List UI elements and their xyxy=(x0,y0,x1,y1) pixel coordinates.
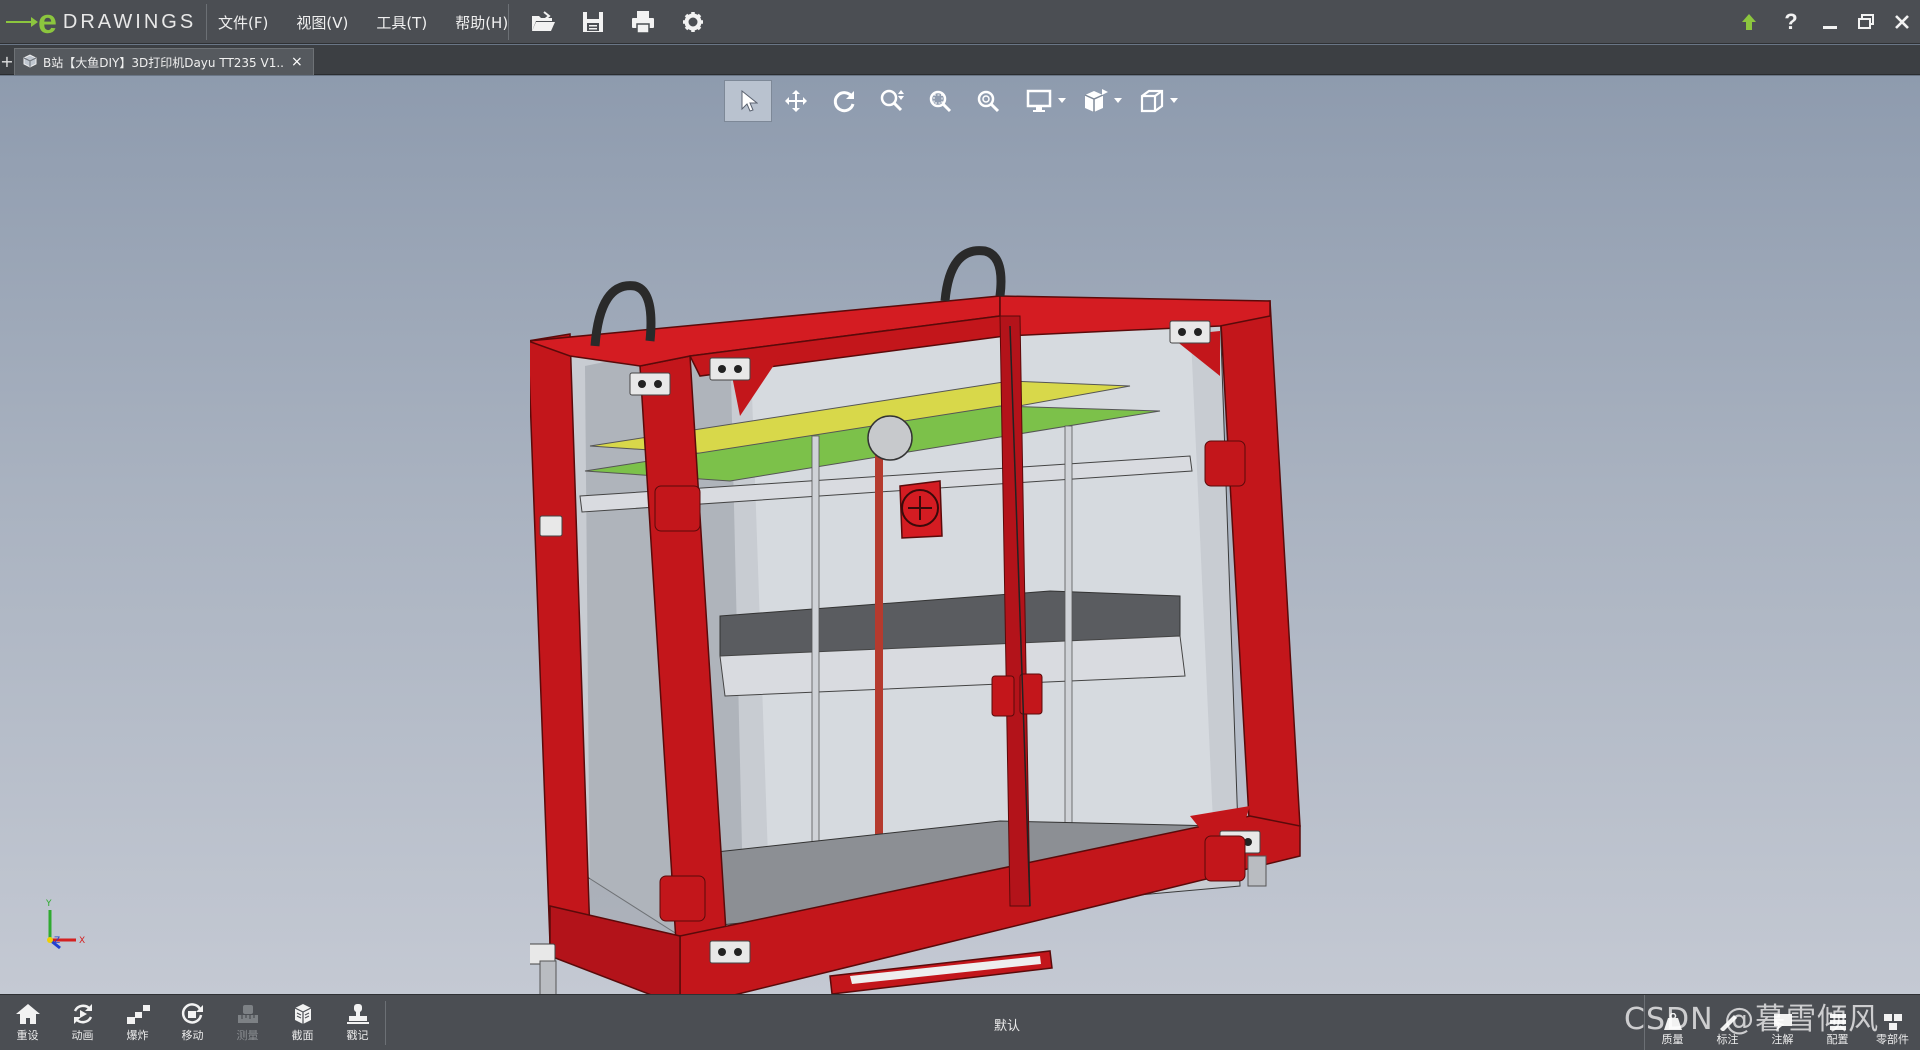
watermark-text: CSDN @暮雪倾风 xyxy=(1624,1002,1880,1037)
zoom-to-fit-icon[interactable] xyxy=(964,80,1012,122)
move-label: 移动 xyxy=(181,1029,204,1042)
divider xyxy=(385,1001,386,1045)
stamp-button[interactable]: 戳记 xyxy=(330,995,385,1050)
triad-y-label: Y xyxy=(45,899,52,909)
select-icon[interactable] xyxy=(724,80,772,122)
title-bar: e DRAWINGS 文件(F) 视图(V) 工具(T) 帮助(H) ? xyxy=(0,0,1920,44)
section-button[interactable]: 截面 xyxy=(275,995,330,1050)
document-tab-bar: + B站【大鱼DIY】3D打印机Dayu TT235 V1.... × xyxy=(0,45,1920,75)
assembly-icon xyxy=(23,53,37,72)
edrawings-logo: e DRAWINGS xyxy=(0,0,206,44)
components-label: 零部件 xyxy=(1876,1033,1909,1046)
animate-label: 动画 xyxy=(71,1029,94,1042)
menu-tools[interactable]: 工具(T) xyxy=(376,12,427,33)
dropdown-arrow-icon[interactable] xyxy=(1114,98,1122,103)
open-icon[interactable] xyxy=(518,0,568,44)
measure-button[interactable]: 测量 xyxy=(220,995,275,1050)
printer-3d-model[interactable] xyxy=(530,216,1320,994)
window-controls: ? xyxy=(1728,0,1920,44)
triad-x-label: X xyxy=(79,936,85,946)
stamp-label: 戳记 xyxy=(346,1029,369,1042)
menu-view[interactable]: 视图(V) xyxy=(296,12,348,33)
bottom-tools: 重设 动画 爆炸 移动 测量 截面 戳记 xyxy=(0,995,385,1050)
print-icon[interactable] xyxy=(618,0,668,44)
reset-label: 重设 xyxy=(16,1029,39,1042)
quick-toolbar xyxy=(518,0,718,44)
view-toolbar xyxy=(724,80,1180,122)
section-icon xyxy=(294,1004,311,1024)
explode-icon xyxy=(126,1005,150,1024)
pan-icon[interactable] xyxy=(772,80,820,122)
reset-button[interactable]: 重设 xyxy=(0,995,55,1050)
animate-icon xyxy=(73,1004,92,1024)
home-icon xyxy=(15,1004,40,1024)
dropdown-arrow-icon[interactable] xyxy=(1058,98,1066,103)
measure-label: 测量 xyxy=(236,1029,259,1042)
zoom-to-area-icon[interactable] xyxy=(916,80,964,122)
settings-icon[interactable] xyxy=(668,0,718,44)
zoom-icon[interactable] xyxy=(868,80,916,122)
restore-icon[interactable] xyxy=(1848,0,1884,44)
dropdown-arrow-icon[interactable] xyxy=(1170,98,1178,103)
logo-word: DRAWINGS xyxy=(62,10,197,33)
explode-label: 爆炸 xyxy=(126,1029,149,1042)
document-tab-label: B站【大鱼DIY】3D打印机Dayu TT235 V1.... xyxy=(43,55,283,70)
upgrade-arrow-icon[interactable] xyxy=(1728,0,1770,44)
logo-arrow-icon xyxy=(6,17,38,27)
divider xyxy=(508,4,509,40)
tab-close-icon[interactable]: × xyxy=(291,54,303,70)
help-glyph: ? xyxy=(1784,9,1798,34)
save-icon[interactable] xyxy=(568,0,618,44)
new-tab-button[interactable]: + xyxy=(0,51,14,73)
section-label: 截面 xyxy=(291,1029,314,1042)
measure-icon xyxy=(237,1005,258,1023)
move-icon xyxy=(181,1003,203,1024)
divider xyxy=(206,4,207,40)
triad-z-label: Z xyxy=(54,936,60,946)
configuration-name: 默认 xyxy=(994,1019,1021,1034)
display-style-icon[interactable] xyxy=(1012,80,1068,122)
rotate-icon[interactable] xyxy=(820,80,868,122)
animate-button[interactable]: 动画 xyxy=(55,995,110,1050)
move-button[interactable]: 移动 xyxy=(165,995,220,1050)
logo-letter: e xyxy=(38,3,57,41)
menu-file[interactable]: 文件(F) xyxy=(218,12,268,33)
view-orientation-icon[interactable] xyxy=(1068,80,1124,122)
help-icon[interactable]: ? xyxy=(1770,0,1812,44)
menu-bar: 文件(F) 视图(V) 工具(T) 帮助(H) xyxy=(218,0,536,44)
axis-triad: Y X Z xyxy=(45,899,85,950)
3d-viewport[interactable]: Y X Z xyxy=(0,76,1920,994)
menu-help[interactable]: 帮助(H) xyxy=(455,12,508,33)
close-window-icon[interactable] xyxy=(1884,0,1920,44)
stamp-icon xyxy=(346,1004,369,1024)
components-icon xyxy=(1883,1014,1902,1030)
minimize-icon[interactable] xyxy=(1812,0,1848,44)
explode-button[interactable]: 爆炸 xyxy=(110,995,165,1050)
document-tab[interactable]: B站【大鱼DIY】3D打印机Dayu TT235 V1.... × xyxy=(14,48,314,75)
standard-views-icon[interactable] xyxy=(1124,80,1180,122)
